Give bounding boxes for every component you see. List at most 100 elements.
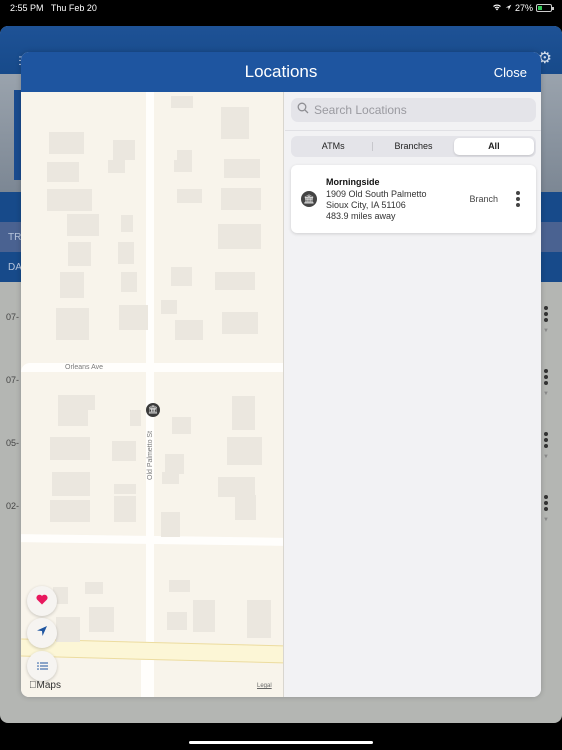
road-orleans-ave <box>21 363 283 372</box>
road-old-palmetto <box>146 92 154 697</box>
list-view-button[interactable] <box>27 651 57 681</box>
building <box>215 272 255 290</box>
filter-atms[interactable]: ATMs <box>293 138 374 155</box>
building <box>161 512 180 537</box>
more-options-icon[interactable] <box>516 191 520 209</box>
more-options-icon[interactable] <box>544 306 548 324</box>
apple-logo-icon:  <box>29 680 37 691</box>
maps-attribution: Maps <box>29 680 61 691</box>
building <box>118 242 134 264</box>
building <box>47 189 92 211</box>
filter-branches[interactable]: Branches <box>373 138 453 155</box>
location-filter: ATMs Branches All <box>291 136 536 157</box>
building <box>193 600 215 632</box>
building <box>52 472 90 496</box>
tab-label[interactable]: TR <box>8 232 21 243</box>
building <box>56 308 89 340</box>
favorites-button[interactable] <box>27 586 57 616</box>
building <box>169 580 190 592</box>
building <box>60 272 84 298</box>
building <box>49 132 84 154</box>
my-location-button[interactable] <box>27 618 57 648</box>
search-icon <box>297 101 309 119</box>
building <box>224 159 260 178</box>
status-time: 2:55 PM Thu Feb 20 <box>10 3 97 13</box>
more-options-icon[interactable] <box>544 495 548 513</box>
building <box>221 107 249 139</box>
location-address-line1: 1909 Old South Palmetto <box>326 189 427 199</box>
building <box>235 495 256 520</box>
chevron-down-icon[interactable]: ▼ <box>543 328 549 334</box>
building <box>89 607 114 632</box>
building <box>165 454 184 474</box>
battery-percent: 27% <box>514 3 533 13</box>
building <box>68 242 91 266</box>
building <box>50 500 90 522</box>
building <box>121 215 133 232</box>
building <box>161 300 177 314</box>
building <box>108 160 125 173</box>
chevron-down-icon[interactable]: ▼ <box>543 391 549 397</box>
building <box>218 224 261 249</box>
building <box>177 150 192 160</box>
location-card[interactable]: 🏛 Morningside 1909 Old South Palmetto Si… <box>291 165 536 233</box>
building <box>56 617 80 642</box>
location-distance: 483.9 miles away <box>326 211 396 221</box>
location-name: Morningside <box>326 177 380 187</box>
status-bar: 2:55 PM Thu Feb 20 27% <box>0 0 562 18</box>
status-right: 27% <box>492 3 554 13</box>
building <box>130 410 141 426</box>
home-indicator[interactable] <box>189 741 373 744</box>
divider <box>285 130 541 131</box>
building <box>177 189 202 203</box>
road-label-palmetto: Old Palmetto St <box>147 430 154 480</box>
locations-panel: ATMs Branches All 🏛 Morningside 1909 Old… <box>285 92 541 697</box>
building <box>218 477 255 497</box>
building <box>174 160 192 172</box>
more-options-icon[interactable] <box>544 432 548 450</box>
building <box>175 320 203 340</box>
row-date: 07- <box>6 312 20 322</box>
modal-title: Locations <box>244 62 318 81</box>
row-date: 05- <box>6 438 20 448</box>
more-options-icon[interactable] <box>544 369 548 387</box>
list-icon <box>36 657 48 675</box>
road-label-orleans: Orleans Ave <box>65 364 104 371</box>
time-text: 2:55 PM <box>10 3 44 13</box>
close-button[interactable]: Close <box>494 65 527 80</box>
building <box>50 437 90 460</box>
map-view[interactable]: Orleans Ave Old Palmetto St 🏛 Maps Lega… <box>21 92 284 697</box>
location-type: Branch <box>469 194 498 204</box>
building <box>119 305 148 330</box>
building <box>232 396 255 430</box>
locations-modal: Locations Close Orleans Ave Old Palmetto… <box>21 52 541 697</box>
building <box>167 612 187 630</box>
building <box>171 267 192 286</box>
building <box>171 96 193 108</box>
filter-all[interactable]: All <box>453 138 534 155</box>
building <box>85 582 103 594</box>
maps-label: Maps <box>29 680 61 691</box>
building <box>113 140 135 160</box>
building <box>227 437 262 465</box>
building <box>114 496 136 522</box>
search-field[interactable] <box>291 98 536 122</box>
location-arrow-icon <box>505 3 512 13</box>
wifi-icon <box>492 3 502 13</box>
date-text: Thu Feb 20 <box>50 3 97 13</box>
bank-icon[interactable]: 🏛 <box>146 403 160 417</box>
location-address-line2: Sioux City, IA 51106 <box>326 200 406 210</box>
building <box>162 472 179 484</box>
battery-charging-icon <box>536 4 554 12</box>
row-date: 07- <box>6 375 20 385</box>
chevron-down-icon[interactable]: ▼ <box>543 517 549 523</box>
road-major <box>21 638 283 664</box>
bank-icon: 🏛 <box>301 191 317 207</box>
legal-link[interactable]: Legal <box>257 683 272 689</box>
road <box>141 660 149 697</box>
chevron-down-icon[interactable]: ▼ <box>543 454 549 460</box>
location-arrow-icon <box>36 624 48 642</box>
heart-icon <box>36 592 48 610</box>
search-input[interactable] <box>314 103 514 117</box>
building <box>67 214 99 236</box>
